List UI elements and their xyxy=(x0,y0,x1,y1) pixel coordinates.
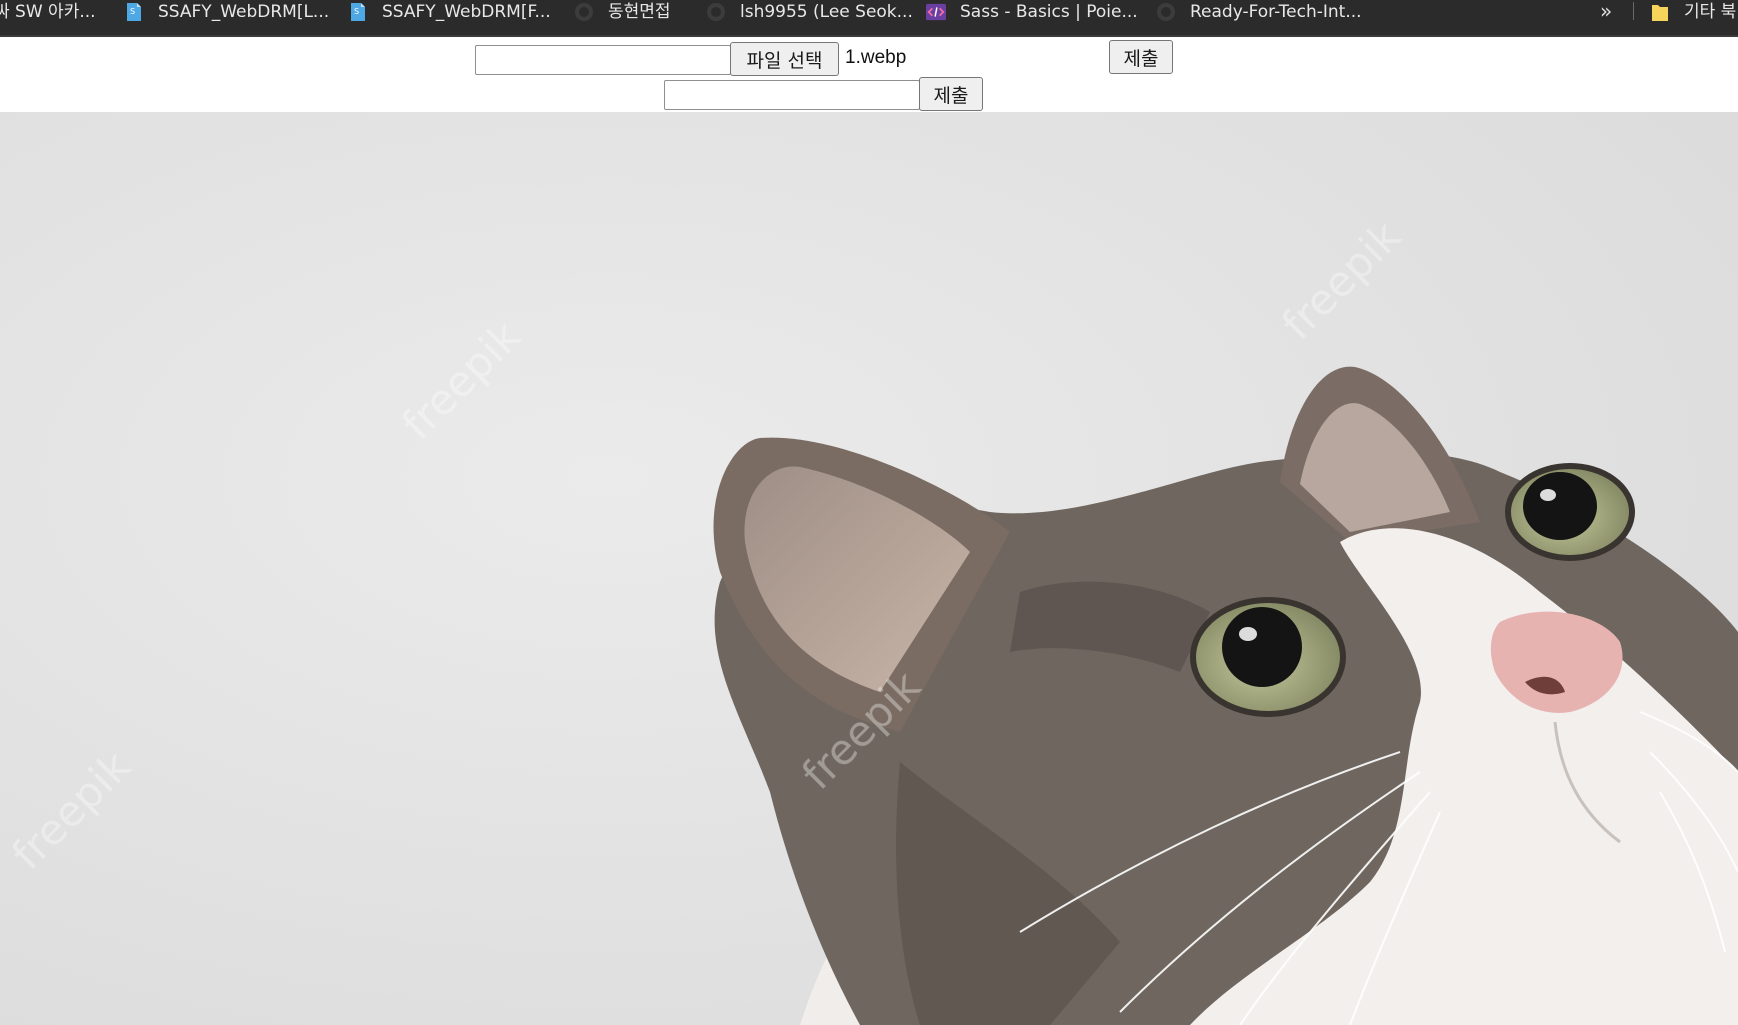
svg-text:S: S xyxy=(130,7,135,16)
second-text-input[interactable] xyxy=(664,80,920,110)
document-icon: S xyxy=(348,2,368,22)
selected-file-name: 1.webp xyxy=(845,47,907,68)
bookmark-ssafy-webdrm-l[interactable]: S SSAFY_WebDRM[L... xyxy=(124,0,329,24)
bookmark-label: SSAFY_WebDRM[F... xyxy=(382,2,551,22)
svg-text:S: S xyxy=(354,7,359,16)
github-icon xyxy=(574,2,594,22)
bookmark-label: SSAFY_WebDRM[L... xyxy=(158,2,330,22)
choose-file-button[interactable]: 파일 선택 xyxy=(730,42,839,76)
upload-text-input[interactable] xyxy=(475,45,731,75)
folder-icon xyxy=(1650,2,1670,22)
bookmark-label: lsh9955 (Lee Seok... xyxy=(740,2,913,22)
bookmark-label: 동현면접 xyxy=(608,2,671,22)
github-icon xyxy=(706,2,726,22)
bookmarks-divider xyxy=(1633,2,1634,20)
bookmark-sw-academy[interactable]: 싸 SW 아카... xyxy=(0,0,96,24)
bookmarks-overflow-button[interactable]: » xyxy=(1600,0,1613,23)
github-icon xyxy=(1156,2,1176,22)
bookmark-ready-for-tech[interactable]: Ready-For-Tech-Int... xyxy=(1156,0,1362,24)
bookmark-label: 기타 북 xyxy=(1684,2,1737,22)
bookmark-label: 싸 SW 아카... xyxy=(0,2,96,22)
bookmark-lsh9955[interactable]: lsh9955 (Lee Seok... xyxy=(706,0,913,24)
bookmark-ssafy-webdrm-f[interactable]: S SSAFY_WebDRM[F... xyxy=(348,0,551,24)
bookmark-interview[interactable]: 동현면접 xyxy=(574,0,671,24)
chevron-double-right-icon: » xyxy=(1600,0,1613,23)
document-icon: S xyxy=(124,2,144,22)
bookmark-label: Ready-For-Tech-Int... xyxy=(1190,2,1362,22)
upload-form: 파일 선택 1.webp 제출 제출 xyxy=(0,37,1738,112)
bookmark-other-folder[interactable]: 기타 북 xyxy=(1650,0,1736,24)
uploaded-image: freepik freepik freepik freepik xyxy=(0,112,1738,1025)
bookmark-label: Sass - Basics | Poie... xyxy=(960,2,1138,22)
cat-photo: freepik freepik freepik freepik xyxy=(0,112,1738,1025)
bookmark-sass-basics[interactable]: Sass - Basics | Poie... xyxy=(926,0,1138,24)
submit-upload-button[interactable]: 제출 xyxy=(1109,40,1173,74)
code-icon xyxy=(926,2,946,22)
bookmarks-bar: 싸 SW 아카... S SSAFY_WebDRM[L... S SSAFY_W… xyxy=(0,0,1738,37)
submit-second-button[interactable]: 제출 xyxy=(919,77,983,111)
